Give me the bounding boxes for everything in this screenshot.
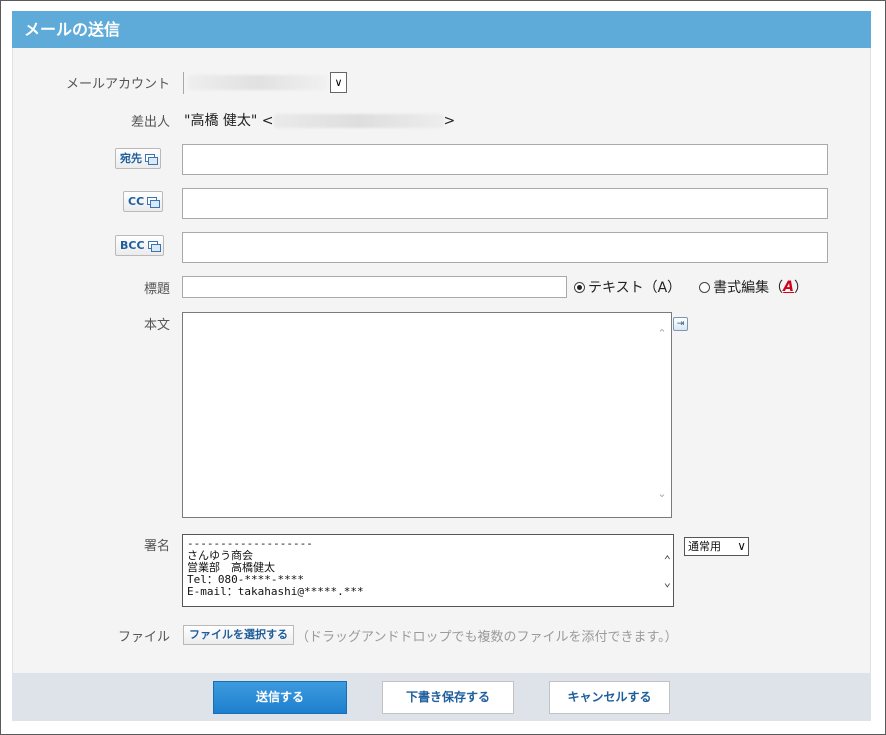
bcc-address-button[interactable]: BCC — [115, 235, 164, 256]
account-value-redacted — [188, 75, 328, 90]
from-address: "高橋 健太" < > — [184, 110, 455, 130]
scroll-up-icon: ⌃ — [657, 327, 667, 340]
from-name: "高橋 健太" < — [184, 113, 274, 129]
format-rich-label-prefix: 書式編集（ — [713, 280, 784, 296]
cc-button-label: CC — [128, 195, 145, 208]
select-file-button[interactable]: ファイルを選択する — [183, 625, 294, 645]
account-select[interactable]: ∨ — [183, 72, 347, 94]
cc-address-button[interactable]: CC — [123, 191, 164, 212]
signature-textarea[interactable]: ------------------- さんゆう商会 営業部 高橋健太 Tel：… — [182, 534, 674, 607]
save-draft-button[interactable]: 下書き保存する — [382, 681, 514, 714]
page-title: メールの送信 — [12, 11, 871, 48]
bcc-button-label: BCC — [120, 239, 145, 252]
to-button-label: 宛先 — [120, 152, 142, 165]
cancel-button[interactable]: キャンセルする — [549, 681, 670, 714]
to-address-button[interactable]: 宛先 — [115, 148, 161, 169]
signature-line: E-mail：takahashi@*****.*** — [187, 585, 364, 598]
signature-select-value: 通常用 — [688, 540, 721, 553]
to-field[interactable] — [182, 144, 828, 175]
scroll-down-icon: ⌄ — [663, 575, 671, 589]
from-email-redacted — [273, 114, 444, 128]
file-label: ファイル — [117, 630, 170, 645]
from-suffix: > — [443, 113, 456, 129]
address-book-icon — [145, 153, 158, 165]
scroll-up-icon: ⌃ — [663, 553, 671, 567]
radio-selected-icon — [574, 281, 585, 293]
signature-scrollbar[interactable]: ⌃ ⌄ — [664, 549, 671, 593]
subject-label: 標題 — [143, 282, 170, 297]
cc-field[interactable] — [182, 188, 828, 219]
body-textarea[interactable] — [182, 312, 672, 518]
address-book-icon — [147, 196, 161, 208]
rich-format-a-icon: A — [783, 279, 795, 295]
body-label: 本文 — [143, 318, 170, 333]
chevron-down-icon: ∨ — [330, 72, 347, 93]
subject-field[interactable] — [182, 276, 567, 298]
signature-line: ------------------- — [187, 537, 313, 550]
scroll-down-icon: ⌄ — [657, 487, 667, 500]
format-rich-label-suffix: ） — [794, 280, 809, 296]
from-label: 差出人 — [130, 115, 170, 130]
format-text-radio[interactable]: テキスト（A） — [574, 277, 681, 297]
signature-select[interactable]: 通常用 ∨ — [684, 537, 749, 556]
signature-label: 署名 — [143, 539, 170, 554]
chevron-down-icon: ∨ — [737, 539, 746, 553]
format-text-label: テキスト（A） — [588, 280, 682, 296]
expand-editor-icon[interactable]: ⇥ — [673, 317, 688, 331]
file-hint: （ドラッグアンドドロップでも複数のファイルを添付できます。） — [296, 630, 678, 645]
address-book-icon — [147, 240, 161, 252]
send-button[interactable]: 送信する — [213, 681, 347, 714]
account-label: メールアカウント — [65, 77, 170, 92]
format-radio-group: テキスト（A） 書式編集（ A） — [574, 277, 826, 297]
format-rich-radio[interactable]: 書式編集（ A） — [699, 277, 808, 297]
bcc-field[interactable] — [182, 232, 828, 263]
radio-unselected-icon — [699, 281, 711, 293]
